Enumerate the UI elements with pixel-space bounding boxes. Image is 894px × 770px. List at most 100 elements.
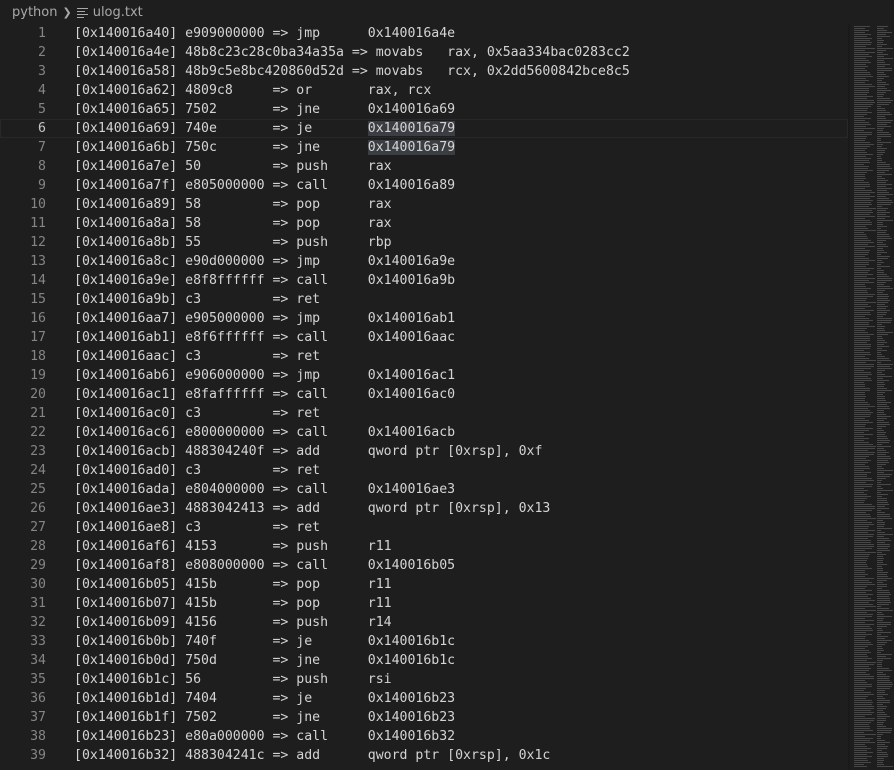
- code-line[interactable]: 10 [0x140016a89] 58 => pop rax: [0, 195, 848, 214]
- line-text[interactable]: [0x140016ac6] e800000000 => call 0x14001…: [74, 423, 455, 442]
- code-line[interactable]: 25 [0x140016ada] e804000000 => call 0x140…: [0, 480, 848, 499]
- line-text[interactable]: [0x140016a9e] e8f8ffffff => call 0x14001…: [74, 271, 455, 290]
- line-text[interactable]: [0x140016aac] c3 => ret: [74, 347, 320, 366]
- minimap-line: [877, 614, 884, 615]
- line-text[interactable]: [0x140016ae8] c3 => ret: [74, 518, 320, 537]
- code-line[interactable]: 33 [0x140016b0b] 740f => je 0x140016b1c: [0, 632, 848, 651]
- line-text[interactable]: [0x140016a7e] 50 => push rax: [74, 157, 392, 176]
- minimap-line: [877, 424, 890, 425]
- line-text[interactable]: [0x140016a62] 4809c8 => or rax, rcx: [74, 81, 431, 100]
- minimap-line: [854, 124, 871, 125]
- minimap-line: [877, 80, 882, 81]
- minimap-line: [877, 46, 882, 47]
- code-line[interactable]: 18 [0x140016aac] c3 => ret: [0, 347, 848, 366]
- line-text[interactable]: [0x140016a8c] e90d000000 => jmp 0x140016…: [74, 252, 455, 271]
- code-line[interactable]: 16 [0x140016aa7] e905000000 => jmp 0x1400…: [0, 309, 848, 328]
- minimap-line: [854, 158, 871, 159]
- code-line[interactable]: 27 [0x140016ae8] c3 => ret: [0, 518, 848, 537]
- line-text[interactable]: [0x140016a9b] c3 => ret: [74, 290, 320, 309]
- line-text[interactable]: [0x140016a89] 58 => pop rax: [74, 195, 392, 214]
- breadcrumb-folder[interactable]: python: [12, 5, 57, 20]
- line-text[interactable]: [0x140016ac0] c3 => ret: [74, 404, 320, 423]
- minimap-line: [854, 150, 865, 151]
- line-text[interactable]: [0x140016af8] e808000000 => call 0x14001…: [74, 556, 455, 575]
- line-text[interactable]: [0x140016acb] 488304240f => add qword pt…: [74, 442, 542, 461]
- line-text[interactable]: [0x140016ac1] e8faffffff => call 0x14001…: [74, 385, 455, 404]
- minimap-line: [854, 546, 874, 547]
- minimap-line: [854, 254, 868, 255]
- code-line[interactable]: 3 [0x140016a58] 48b9c5e8bc420860d52d => m…: [0, 62, 848, 81]
- line-text[interactable]: [0x140016a4e] 48b8c23c28c0ba34a35a => mo…: [74, 43, 630, 62]
- line-text[interactable]: [0x140016b0d] 750d => jne 0x140016b1c: [74, 651, 455, 670]
- code-line[interactable]: 28 [0x140016af6] 4153 => push r11: [0, 537, 848, 556]
- code-area[interactable]: 1 [0x140016a40] e909000000 => jmp 0x14001…: [0, 24, 848, 770]
- code-line[interactable]: 38 [0x140016b23] e80a000000 => call 0x140…: [0, 727, 848, 746]
- minimap[interactable]: [850, 24, 894, 770]
- minimap-line: [854, 670, 869, 671]
- minimap-line: [877, 28, 884, 29]
- line-text[interactable]: [0x140016a6b] 750c => jne 0x140016a79: [74, 138, 456, 157]
- code-line[interactable]: 2 [0x140016a4e] 48b8c23c28c0ba34a35a => m…: [0, 43, 848, 62]
- minimap-line: [877, 592, 890, 593]
- line-text[interactable]: [0x140016ab1] e8f6ffffff => call 0x14001…: [74, 328, 455, 347]
- line-text[interactable]: [0x140016ab6] e906000000 => jmp 0x140016…: [74, 366, 455, 385]
- code-line[interactable]: 14 [0x140016a9e] e8f8ffffff => call 0x140…: [0, 271, 848, 290]
- minimap-line: [854, 460, 871, 461]
- line-text[interactable]: [0x140016ae3] 4883042413 => add qword pt…: [74, 499, 550, 518]
- line-text[interactable]: [0x140016a65] 7502 => jne 0x140016a69: [74, 100, 455, 119]
- code-line[interactable]: 23 [0x140016acb] 488304240f => add qword …: [0, 442, 848, 461]
- code-line[interactable]: 36 [0x140016b1d] 7404 => je 0x140016b23: [0, 689, 848, 708]
- code-line[interactable]: 35 [0x140016b1c] 56 => push rsi: [0, 670, 848, 689]
- minimap-line: [854, 162, 870, 163]
- code-line[interactable]: 26 [0x140016ae3] 4883042413 => add qword …: [0, 499, 848, 518]
- line-text[interactable]: [0x140016b32] 488304241c => add qword pt…: [74, 746, 550, 765]
- code-line[interactable]: 24 [0x140016ad0] c3 => ret: [0, 461, 848, 480]
- code-line[interactable]: 32 [0x140016b09] 4156 => push r14: [0, 613, 848, 632]
- code-line[interactable]: 13 [0x140016a8c] e90d000000 => jmp 0x1400…: [0, 252, 848, 271]
- line-text[interactable]: [0x140016a8a] 58 => pop rax: [74, 214, 392, 233]
- line-text[interactable]: [0x140016ada] e804000000 => call 0x14001…: [74, 480, 455, 499]
- line-text[interactable]: [0x140016af6] 4153 => push r11: [74, 537, 392, 556]
- line-text[interactable]: [0x140016a58] 48b9c5e8bc420860d52d => mo…: [74, 62, 630, 81]
- code-line[interactable]: 17 [0x140016ab1] e8f6ffffff => call 0x140…: [0, 328, 848, 347]
- line-text[interactable]: [0x140016b1c] 56 => push rsi: [74, 670, 392, 689]
- minimap-line: [854, 262, 869, 263]
- code-line[interactable]: 29 [0x140016af8] e808000000 => call 0x140…: [0, 556, 848, 575]
- line-text[interactable]: [0x140016ad0] c3 => ret: [74, 461, 320, 480]
- code-line[interactable]: 22 [0x140016ac6] e800000000 => call 0x140…: [0, 423, 848, 442]
- minimap-line: [854, 514, 870, 515]
- code-line[interactable]: 37 [0x140016b1f] 7502 => jne 0x140016b23: [0, 708, 848, 727]
- code-line[interactable]: 31 [0x140016b07] 415b => pop r11: [0, 594, 848, 613]
- minimap-line: [877, 484, 891, 485]
- code-line[interactable]: 21 [0x140016ac0] c3 => ret: [0, 404, 848, 423]
- code-line[interactable]: 15 [0x140016a9b] c3 => ret: [0, 290, 848, 309]
- line-text[interactable]: [0x140016a8b] 55 => push rbp: [74, 233, 392, 252]
- line-text[interactable]: [0x140016b05] 415b => pop r11: [74, 575, 392, 594]
- line-text[interactable]: [0x140016b1d] 7404 => je 0x140016b23: [74, 689, 455, 708]
- breadcrumb-file[interactable]: ulog.txt: [93, 5, 143, 20]
- code-line[interactable]: 5 [0x140016a65] 7502 => jne 0x140016a69: [0, 100, 848, 119]
- line-text[interactable]: [0x140016aa7] e905000000 => jmp 0x140016…: [74, 309, 455, 328]
- code-line[interactable]: 7 [0x140016a6b] 750c => jne 0x140016a79: [0, 138, 848, 157]
- code-line[interactable]: 20 [0x140016ac1] e8faffffff => call 0x140…: [0, 385, 848, 404]
- line-text[interactable]: [0x140016b23] e80a000000 => call 0x14001…: [74, 727, 455, 746]
- line-text[interactable]: [0x140016b09] 4156 => push r14: [74, 613, 392, 632]
- code-line[interactable]: 30 [0x140016b05] 415b => pop r11: [0, 575, 848, 594]
- line-text[interactable]: [0x140016b07] 415b => pop r11: [74, 594, 392, 613]
- code-line[interactable]: 12 [0x140016a8b] 55 => push rbp: [0, 233, 848, 252]
- code-line[interactable]: 8 [0x140016a7e] 50 => push rax: [0, 157, 848, 176]
- code-line[interactable]: 6 [0x140016a69] 740e => je 0x140016a79: [0, 119, 848, 138]
- code-line[interactable]: 1 [0x140016a40] e909000000 => jmp 0x14001…: [0, 24, 848, 43]
- line-text[interactable]: [0x140016b1f] 7502 => jne 0x140016b23: [74, 708, 455, 727]
- minimap-line: [854, 260, 875, 261]
- code-line[interactable]: 9 [0x140016a7f] e805000000 => call 0x1400…: [0, 176, 848, 195]
- line-text[interactable]: [0x140016a40] e909000000 => jmp 0x140016…: [74, 24, 455, 43]
- code-line[interactable]: 34 [0x140016b0d] 750d => jne 0x140016b1c: [0, 651, 848, 670]
- line-text[interactable]: [0x140016b0b] 740f => je 0x140016b1c: [74, 632, 455, 651]
- line-text[interactable]: [0x140016a7f] e805000000 => call 0x14001…: [74, 176, 455, 195]
- code-line[interactable]: 39 [0x140016b32] 488304241c => add qword …: [0, 746, 848, 765]
- code-line[interactable]: 11 [0x140016a8a] 58 => pop rax: [0, 214, 848, 233]
- line-text[interactable]: [0x140016a69] 740e => je 0x140016a79: [74, 119, 456, 138]
- code-line[interactable]: 19 [0x140016ab6] e906000000 => jmp 0x1400…: [0, 366, 848, 385]
- code-line[interactable]: 4 [0x140016a62] 4809c8 => or rax, rcx: [0, 81, 848, 100]
